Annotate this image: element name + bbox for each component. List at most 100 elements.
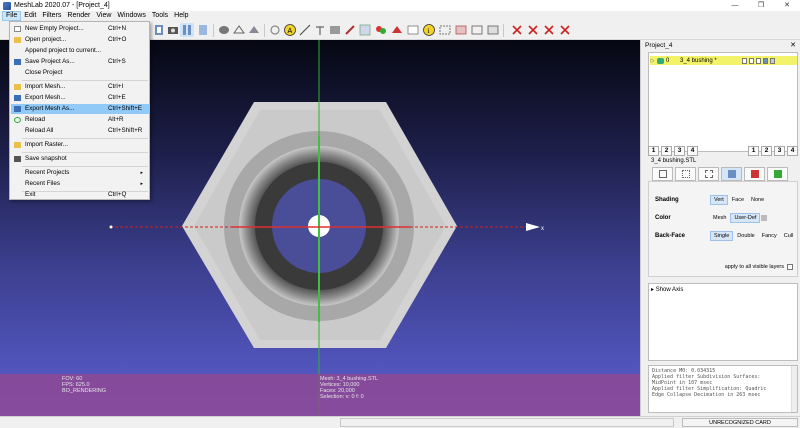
- tab-texture[interactable]: [744, 167, 765, 181]
- layer-texture-icon[interactable]: [763, 57, 768, 64]
- layer-tag-icon[interactable]: [742, 57, 747, 64]
- layer-button-4-right[interactable]: 4: [787, 146, 798, 156]
- light-icon[interactable]: [268, 23, 282, 37]
- layer-button-2-right[interactable]: 2: [761, 146, 772, 156]
- layer-info-icon[interactable]: [756, 57, 761, 64]
- layers-icon[interactable]: [152, 23, 166, 37]
- layer-button-1-right[interactable]: 1: [748, 146, 759, 156]
- tab-wire[interactable]: [698, 167, 719, 181]
- menu-item-shortcut: Ctrl+N: [108, 25, 127, 32]
- menu-item-reload-all[interactable]: Reload All Ctrl+Shift+R: [11, 126, 149, 136]
- visibility-eye-icon[interactable]: [657, 57, 664, 64]
- maximize-button[interactable]: ❐: [748, 0, 774, 11]
- layer-row[interactable]: ▷ 0 3_4 bushing *: [650, 56, 797, 65]
- backface-double-option[interactable]: Double: [734, 232, 757, 240]
- pick-points-icon[interactable]: [313, 23, 327, 37]
- delete-vertices-icon[interactable]: [526, 23, 540, 37]
- shading-face-option[interactable]: Face: [729, 196, 747, 204]
- select-vertices-icon[interactable]: [438, 23, 452, 37]
- tab-extra[interactable]: [767, 167, 788, 181]
- shading-vert-option[interactable]: Vert: [710, 195, 728, 205]
- log-scrollbar[interactable]: [791, 366, 797, 412]
- select-faces-icon[interactable]: [328, 23, 342, 37]
- apply-all-layers[interactable]: apply to all visible layers: [725, 264, 793, 270]
- selected-mesh-name: 3_4 bushing.STL: [651, 158, 697, 164]
- close-window-button[interactable]: ✕: [774, 0, 800, 11]
- paint-icon[interactable]: [343, 23, 357, 37]
- info-icon[interactable]: i: [422, 23, 436, 37]
- menu-item-save-project[interactable]: Save Project As... Ctrl+S: [11, 57, 149, 67]
- layer-flag-icon[interactable]: [770, 57, 775, 64]
- color-mesh-option[interactable]: Mesh: [710, 214, 729, 222]
- backface-cull-option[interactable]: Cull: [781, 232, 796, 240]
- delete-all-icon[interactable]: [542, 23, 556, 37]
- layer-raster-icon[interactable]: [749, 57, 754, 64]
- show-axis-item[interactable]: ▸ Show Axis: [651, 286, 683, 293]
- delete-faces-icon[interactable]: [510, 23, 524, 37]
- menu-render[interactable]: Render: [64, 11, 93, 21]
- reload-icon: [14, 117, 21, 123]
- apply-all-checkbox[interactable]: [787, 264, 793, 270]
- tab-bbox[interactable]: [652, 167, 673, 181]
- menu-item-reload[interactable]: Reload Alt+R: [11, 115, 149, 125]
- tab-solid[interactable]: [721, 167, 742, 181]
- tab-points[interactable]: [675, 167, 696, 181]
- minimize-button[interactable]: —: [722, 0, 748, 11]
- expand-arrow-icon[interactable]: ▷: [650, 58, 655, 64]
- menu-windows[interactable]: Windows: [114, 11, 148, 21]
- points-tab-icon: [681, 170, 690, 178]
- x-axis-arrow: [526, 223, 540, 231]
- svg-text:i: i: [428, 27, 430, 35]
- menu-item-export-mesh-as[interactable]: Export Mesh As... Ctrl+Shift+E: [11, 104, 149, 114]
- status-progress: [340, 418, 674, 427]
- align-icon[interactable]: [358, 23, 372, 37]
- backface-single-option[interactable]: Single: [710, 231, 734, 241]
- menu-item-recent-files[interactable]: Recent Files ▸: [11, 179, 149, 189]
- svg-text:A: A: [288, 28, 293, 35]
- menu-item-new-project[interactable]: New Empty Project... Ctrl+N: [11, 24, 149, 34]
- layer-button-1[interactable]: 1: [648, 146, 659, 156]
- menu-item-import-mesh[interactable]: Import Mesh... Ctrl+I: [11, 82, 149, 92]
- flat-shading-icon[interactable]: [247, 23, 261, 37]
- menu-edit[interactable]: Edit: [21, 11, 39, 21]
- menu-item-save-snapshot[interactable]: Save snapshot: [11, 154, 149, 164]
- menu-item-import-raster[interactable]: Import Raster...: [11, 140, 149, 150]
- menu-item-recent-projects[interactable]: Recent Projects ▸: [11, 168, 149, 178]
- menu-item-close-project[interactable]: Close Project: [11, 68, 149, 78]
- log-window[interactable]: Distance M0: 0.034315 Applied filter Sub…: [648, 365, 798, 413]
- menu-item-exit[interactable]: Exit Ctrl+Q: [11, 190, 149, 200]
- layer-button-2[interactable]: 2: [661, 146, 672, 156]
- layer-button-3[interactable]: 3: [674, 146, 685, 156]
- select-none-icon[interactable]: [470, 23, 484, 37]
- menu-item-append-project[interactable]: Append project to current...: [11, 46, 149, 56]
- menu-item-open-project[interactable]: Open project... Ctrl+O: [11, 35, 149, 45]
- solid-tab-icon: [727, 170, 736, 178]
- shading-none-option[interactable]: None: [748, 196, 767, 204]
- quality-mapper-icon[interactable]: [390, 23, 404, 37]
- invert-selection-icon[interactable]: [486, 23, 500, 37]
- menu-help[interactable]: Help: [171, 11, 191, 21]
- trackball-icon[interactable]: [180, 23, 194, 37]
- measure-icon[interactable]: [298, 23, 312, 37]
- layer-button-4[interactable]: 4: [687, 146, 698, 156]
- shading-label: Shading: [655, 197, 679, 203]
- menu-filters[interactable]: Filters: [39, 11, 64, 21]
- layer-button-3-right[interactable]: 3: [774, 146, 785, 156]
- wireframe-icon[interactable]: [232, 23, 246, 37]
- menu-tools[interactable]: Tools: [149, 11, 171, 21]
- select-connected-icon[interactable]: [454, 23, 468, 37]
- georef-icon[interactable]: [406, 23, 420, 37]
- color-userdef-option[interactable]: User-Def: [730, 213, 761, 223]
- snapshot-camera-icon[interactable]: [166, 23, 180, 37]
- close-panel-button[interactable]: ✕: [790, 41, 796, 49]
- undo-selection-icon[interactable]: [558, 23, 572, 37]
- menu-file[interactable]: File: [2, 11, 22, 21]
- color-picker-icon[interactable]: [374, 23, 388, 37]
- points-icon[interactable]: [217, 23, 231, 37]
- bbox-icon[interactable]: [196, 23, 210, 37]
- user-color-swatch[interactable]: [761, 215, 768, 221]
- backface-fancy-option[interactable]: Fancy: [759, 232, 780, 240]
- annotation-a-icon[interactable]: A: [283, 23, 297, 37]
- menu-view[interactable]: View: [93, 11, 114, 21]
- menu-item-export-mesh[interactable]: Export Mesh... Ctrl+E: [11, 93, 149, 103]
